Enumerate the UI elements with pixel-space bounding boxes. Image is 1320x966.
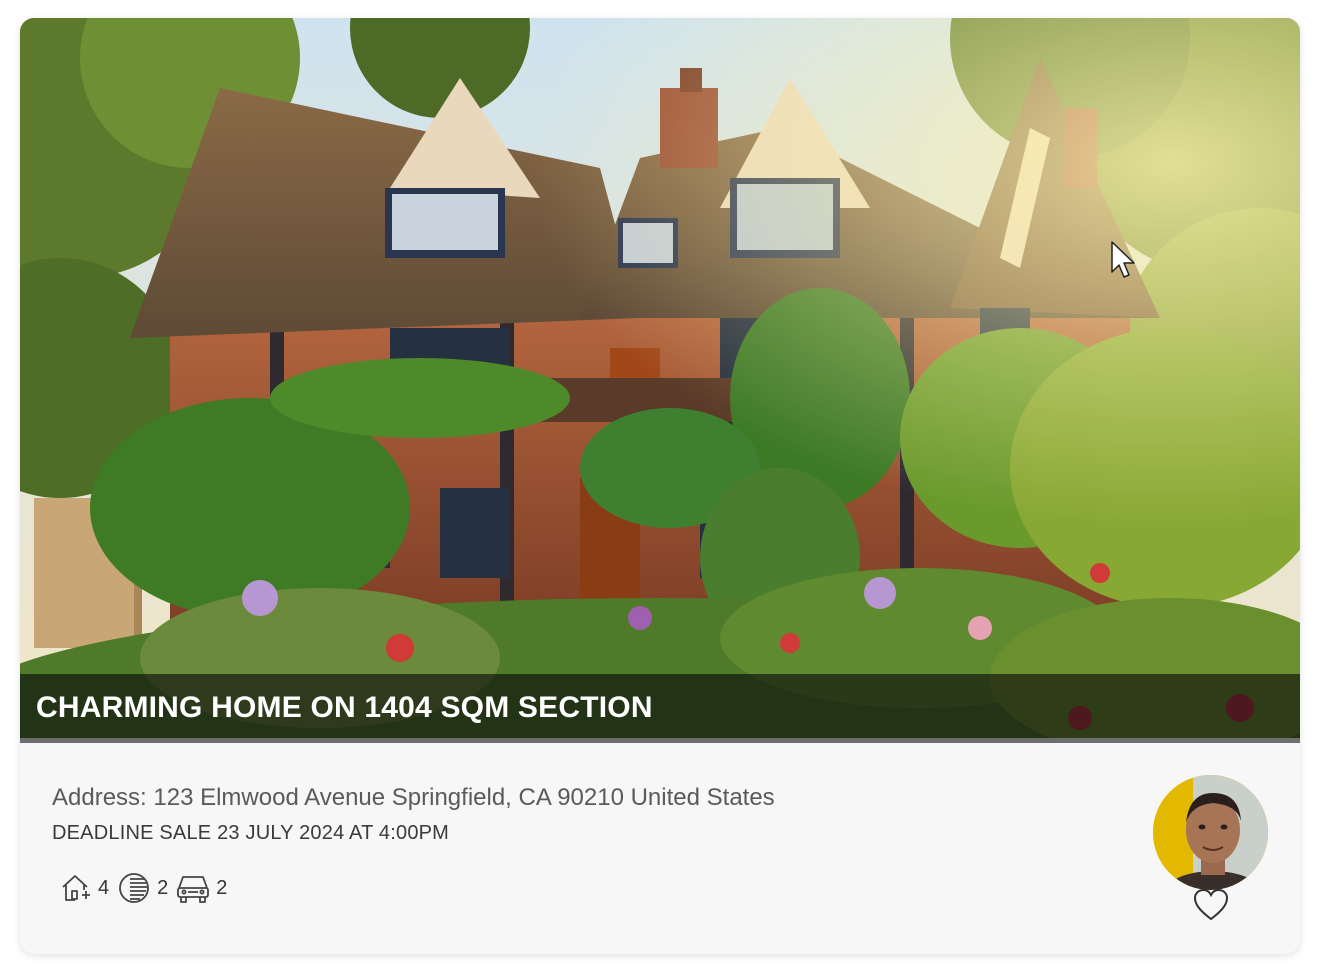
photo-divider [20, 738, 1300, 743]
listing-deadline: DEADLINE SALE 23 JULY 2024 AT 4:00PM [52, 822, 450, 844]
bathrooms-count: 2 [157, 876, 169, 899]
bedrooms-count: 4 [98, 876, 110, 899]
heart-icon [1193, 888, 1229, 926]
listing-title: CHARMING HOME ON 1404 SQM SECTION [36, 691, 653, 724]
parking-count: 2 [216, 876, 228, 899]
feature-parking: 2 [176, 872, 231, 904]
house-plus-icon [60, 872, 92, 904]
bath-icon [117, 871, 151, 905]
feature-bedrooms: 4 [60, 872, 113, 904]
property-photo[interactable]: CHARMING HOME ON 1404 SQM SECTION [20, 18, 1300, 743]
favorite-button[interactable] [1193, 888, 1229, 922]
title-overlay: CHARMING HOME ON 1404 SQM SECTION [20, 674, 1300, 738]
feature-bathrooms: 2 [117, 871, 172, 905]
car-icon [176, 872, 210, 904]
listing-features: 4 2 2 [60, 870, 235, 906]
listing-address: Address: 123 Elmwood Avenue Springfield,… [52, 784, 775, 811]
listing-card[interactable]: CHARMING HOME ON 1404 SQM SECTION Addres… [20, 18, 1300, 954]
agent-avatar[interactable] [1153, 775, 1268, 890]
listing-details: Address: 123 Elmwood Avenue Springfield,… [52, 784, 1092, 845]
